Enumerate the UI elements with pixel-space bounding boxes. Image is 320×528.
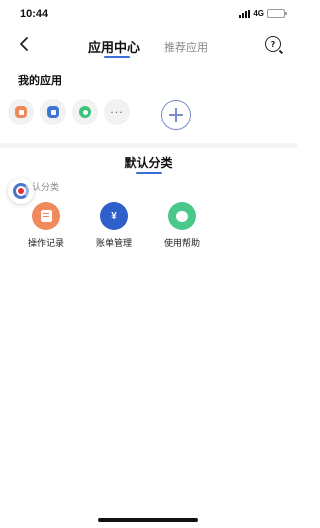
section-divider [0,143,297,148]
signal-icon [239,9,251,18]
app-label: 账单管理 [95,239,132,249]
my-app-bill[interactable] [40,99,66,125]
chevron-left-icon [20,37,28,51]
add-app-button[interactable] [161,100,191,130]
tab-recommended-label: 推荐应用 [164,41,208,54]
nav-bar: 应用中心 推荐应用 ? [0,28,297,64]
tab-recommended[interactable]: 推荐应用 [164,39,208,55]
yen-icon: ¥ [100,202,128,230]
tab-app-center[interactable]: 应用中心 [88,37,141,58]
help-bubble-icon [79,106,91,118]
help-search-icon[interactable]: ? [265,36,281,52]
tab-active-indicator [104,56,130,58]
status-time: 10:44 [20,8,49,20]
my-apps-title: 我的应用 [18,74,62,87]
network-type: 4G [253,9,264,18]
more-icon: ··· [110,105,124,119]
app-operation-record[interactable]: 操作记录 [16,202,76,249]
more-button[interactable]: ··· [104,99,130,125]
battery-icon [267,9,287,18]
record-icon [15,106,27,118]
home-indicator[interactable] [98,518,198,522]
my-app-record[interactable] [8,99,34,125]
app-bill-management[interactable]: ¥ 账单管理 [84,202,144,249]
status-indicators: 4G [239,9,287,18]
assistant-logo-icon [13,183,29,199]
app-label: 操作记录 [27,239,64,249]
back-button[interactable] [14,34,34,54]
app-usage-help[interactable]: 使用帮助 [152,202,212,249]
my-app-help[interactable] [72,99,98,125]
bill-icon [47,106,59,118]
category-label: 认分类 [32,183,60,193]
tab-app-center-label: 应用中心 [88,41,141,56]
floating-assistant-button[interactable] [8,178,34,204]
status-bar: 10:44 4G [0,0,297,28]
app-label: 使用帮助 [163,239,200,249]
my-apps-list: ··· [8,99,130,125]
help-bubble-icon [168,202,196,230]
default-category-title: 默认分类 [124,156,173,170]
section-title-indicator [136,172,162,174]
record-icon [32,202,60,230]
